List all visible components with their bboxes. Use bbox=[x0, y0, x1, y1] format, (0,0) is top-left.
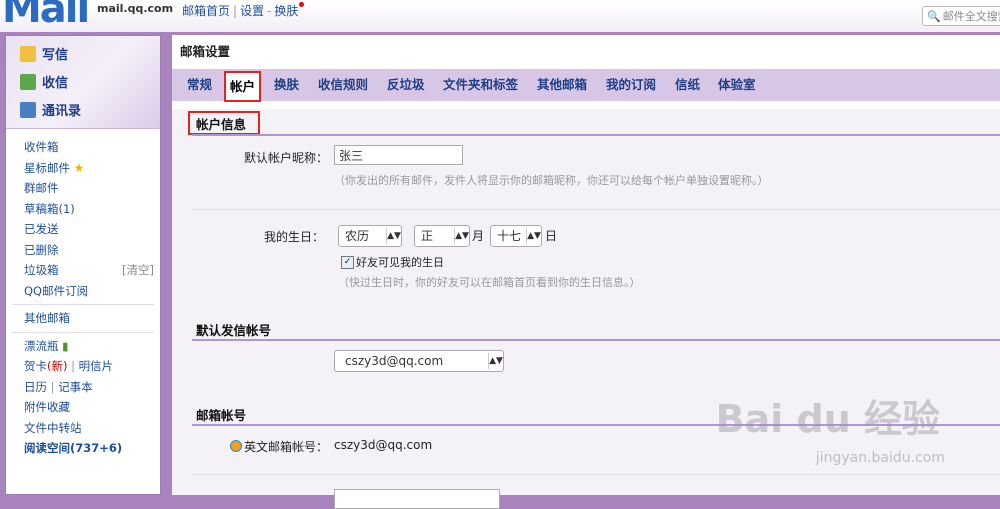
baidu-watermark: Bai du 经验 bbox=[715, 397, 940, 441]
contacts-icon bbox=[20, 102, 36, 118]
section-divider bbox=[192, 339, 1000, 341]
bottle-icon: ▮ bbox=[62, 338, 69, 353]
english-account-label: 英文邮箱帐号： bbox=[230, 438, 328, 455]
folder-sent[interactable]: 已发送 bbox=[24, 219, 160, 240]
baidu-watermark-url: jingyan.baidu.com bbox=[815, 450, 945, 466]
folder-drafts[interactable]: 草稿箱(1) bbox=[24, 199, 160, 220]
link-skin[interactable]: 换肤 bbox=[274, 4, 298, 18]
link-mail-home[interactable]: 邮箱首页 bbox=[182, 4, 230, 18]
search-input[interactable]: 🔍邮件全文搜索 bbox=[922, 6, 1000, 26]
link-postcard[interactable]: 明信片 bbox=[79, 359, 114, 373]
birthday-hint: （快过生日时，你的好友可以在邮箱首页看到你的生日信息。） bbox=[338, 276, 641, 289]
receive-icon bbox=[20, 74, 36, 90]
link-notes[interactable]: 记事本 bbox=[58, 380, 93, 394]
nickname-input[interactable]: 张三 bbox=[334, 145, 463, 165]
top-bar: Mail mail.qq.com 邮箱首页|设置-换肤 🔍邮件全文搜索 bbox=[0, 0, 1000, 32]
logo-domain: mail.qq.com bbox=[97, 2, 174, 15]
mail-logo[interactable]: Mail bbox=[2, 0, 90, 32]
tab-subscriptions[interactable]: 我的订阅 bbox=[606, 69, 656, 101]
month-select[interactable]: 正 ▲▼ bbox=[414, 225, 470, 247]
divider bbox=[12, 331, 154, 333]
nickname-hint: （你发出的所有邮件，发件人将显示你的邮箱昵称，你还可以给每个帐户单独设置昵称。） bbox=[334, 174, 769, 187]
folder-list: 收件箱 星标邮件 ★ 群邮件 草稿箱(1) 已发送 已删除 垃圾箱 [清空] QQ… bbox=[6, 129, 160, 459]
day-select[interactable]: 十七 ▲▼ bbox=[490, 225, 542, 247]
search-icon: 🔍 bbox=[927, 10, 941, 23]
month-unit: 月 bbox=[472, 229, 485, 243]
friends-visible-checkbox[interactable]: ✓ bbox=[341, 256, 354, 269]
contacts-button[interactable]: 通讯录 bbox=[20, 100, 81, 119]
empty-spam-link[interactable]: [清空] bbox=[122, 260, 154, 281]
default-sender-select[interactable]: cszy3d@qq.com ▲▼ bbox=[334, 350, 504, 372]
link-calendar[interactable]: 日历 | 记事本 bbox=[24, 377, 160, 398]
tab-general[interactable]: 常规 bbox=[187, 69, 212, 101]
link-file-transfer[interactable]: 文件中转站 bbox=[24, 418, 160, 439]
folder-starred[interactable]: 星标邮件 ★ bbox=[24, 158, 160, 179]
folder-deleted[interactable]: 已删除 bbox=[24, 240, 160, 261]
tab-stationery[interactable]: 信纸 bbox=[675, 69, 700, 101]
tab-folders-labels[interactable]: 文件夹和标签 bbox=[443, 69, 518, 101]
select-arrow-icon: ▲▼ bbox=[526, 228, 541, 244]
nickname-label: 默认帐户昵称： bbox=[244, 151, 329, 165]
sidebar-actions: 写信 收信 通讯录 bbox=[6, 36, 160, 129]
calendar-type-select[interactable]: 农历 ▲▼ bbox=[338, 225, 402, 247]
star-icon: ★ bbox=[73, 160, 85, 175]
select-arrow-icon: ▲▼ bbox=[386, 228, 401, 244]
tab-receive-rules[interactable]: 收信规则 bbox=[318, 69, 368, 101]
tab-anti-spam[interactable]: 反垃圾 bbox=[387, 69, 425, 101]
page-title: 邮箱设置 bbox=[172, 35, 1000, 69]
link-drift-bottle[interactable]: 漂流瓶 ▮ bbox=[24, 336, 160, 357]
qq-icon bbox=[230, 440, 242, 452]
contacts-label: 通讯录 bbox=[42, 104, 82, 119]
folder-group[interactable]: 群邮件 bbox=[24, 178, 160, 199]
link-attachments[interactable]: 附件收藏 bbox=[24, 397, 160, 418]
birthday-label: 我的生日： bbox=[264, 230, 325, 244]
section-account-info: 帐户信息 bbox=[196, 117, 247, 132]
compose-button[interactable]: 写信 bbox=[20, 44, 68, 63]
section-divider bbox=[192, 134, 1000, 136]
divider bbox=[192, 474, 1000, 475]
compose-label: 写信 bbox=[42, 48, 69, 63]
tab-other-mailboxes[interactable]: 其他邮箱 bbox=[537, 69, 587, 101]
select-arrow-icon: ▲▼ bbox=[488, 353, 503, 369]
partial-input[interactable] bbox=[334, 489, 500, 509]
link-reading-space[interactable]: 阅读空间(737+6) bbox=[24, 438, 160, 459]
tab-skin[interactable]: 换肤 bbox=[274, 69, 299, 101]
sidebar: 写信 收信 通讯录 收件箱 星标邮件 ★ 群邮件 草稿箱(1) 已发送 已删除 … bbox=[5, 35, 161, 495]
tab-account[interactable]: 帐户 bbox=[223, 71, 262, 102]
top-links: 邮箱首页 | 设置 - 换肤 bbox=[182, 2, 305, 19]
receive-label: 收信 bbox=[42, 76, 69, 91]
new-dot-icon bbox=[299, 2, 305, 7]
folder-spam[interactable]: 垃圾箱 [清空] bbox=[24, 260, 160, 281]
folder-inbox[interactable]: 收件箱 bbox=[24, 137, 160, 158]
section-default-sender: 默认发信帐号 bbox=[196, 323, 272, 338]
folder-other-mailboxes[interactable]: 其他邮箱 bbox=[24, 308, 160, 329]
divider bbox=[12, 304, 154, 305]
link-cards[interactable]: 贺卡(新) | 明信片 bbox=[24, 356, 160, 377]
day-unit: 日 bbox=[545, 229, 558, 243]
english-account-value: cszy3d@qq.com bbox=[334, 438, 433, 452]
settings-tabs: 常规 帐户 换肤 收信规则 反垃圾 文件夹和标签 其他邮箱 我的订阅 信纸 体验… bbox=[172, 69, 1000, 102]
receive-button[interactable]: 收信 bbox=[20, 72, 68, 91]
section-mailbox-accounts: 邮箱帐号 bbox=[196, 408, 247, 423]
compose-icon bbox=[20, 46, 36, 62]
tab-lab[interactable]: 体验室 bbox=[718, 69, 756, 101]
search-placeholder: 邮件全文搜索 bbox=[942, 10, 1000, 23]
select-arrow-icon: ▲▼ bbox=[454, 228, 469, 244]
divider bbox=[192, 209, 1000, 210]
link-settings[interactable]: 设置 bbox=[240, 4, 264, 18]
folder-subscriptions[interactable]: QQ邮件订阅 bbox=[24, 281, 160, 302]
friends-visible-label: 好友可见我的生日 bbox=[356, 256, 444, 269]
